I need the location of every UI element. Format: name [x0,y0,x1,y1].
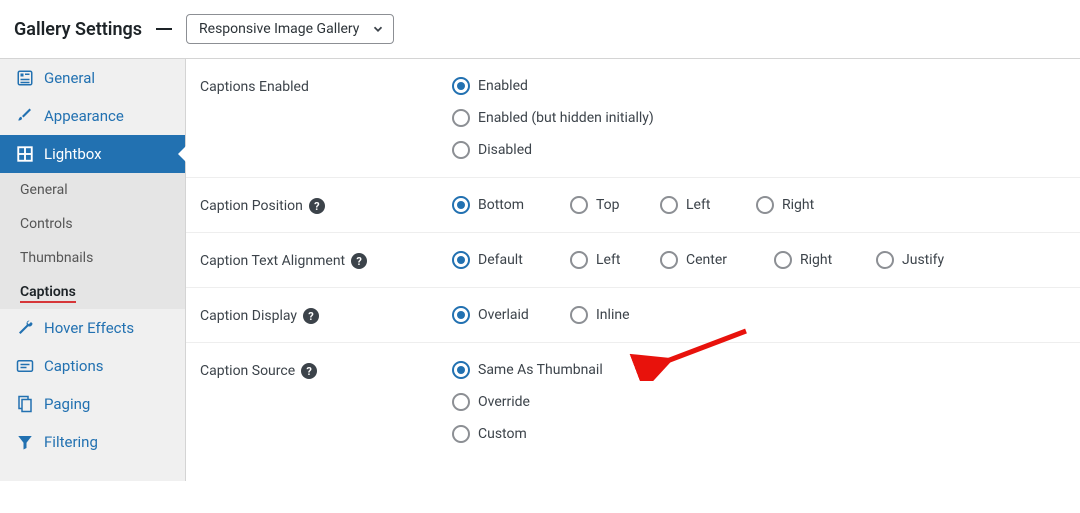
setting-caption-position: Caption Position ? Bottom Top Left Right [186,178,1080,233]
sidebar-item-filtering[interactable]: Filtering [0,423,185,461]
sidebar-item-label: Appearance [44,107,124,125]
radio-input[interactable] [570,306,588,324]
sidebar-item-captions[interactable]: Captions [0,347,185,385]
radio-input[interactable] [452,77,470,95]
radio-overlaid[interactable]: Overlaid [452,306,528,324]
setting-label: Caption Display ? [200,306,452,324]
radio-same-as-thumbnail[interactable]: Same As Thumbnail [452,361,1080,379]
sidebar-item-hover-effects[interactable]: Hover Effects [0,309,185,347]
sidebar-item-general[interactable]: General [0,59,185,97]
radio-input[interactable] [452,306,470,324]
brush-icon [16,107,34,125]
filter-icon [16,433,34,451]
setting-label: Caption Position ? [200,196,452,214]
radio-input[interactable] [660,251,678,269]
page-title: Gallery Settings [14,19,142,40]
title-separator [156,28,172,30]
radio-input[interactable] [774,251,792,269]
subnav-item-general[interactable]: General [0,173,185,207]
radio-input[interactable] [452,251,470,269]
settings-content: Captions Enabled Enabled Enabled (but hi… [186,58,1080,481]
radio-bottom[interactable]: Bottom [452,196,528,214]
radio-enabled-hidden[interactable]: Enabled (but hidden initially) [452,109,1080,127]
radio-align-right[interactable]: Right [774,251,834,269]
help-icon[interactable]: ? [301,363,317,379]
sidebar-item-label: Hover Effects [44,319,134,337]
sidebar-item-label: Filtering [44,433,98,451]
sidebar-item-lightbox[interactable]: Lightbox [0,135,185,173]
radio-disabled[interactable]: Disabled [452,141,1080,159]
sidebar-item-paging[interactable]: Paging [0,385,185,423]
settings-sidebar: General Appearance Lightbox General Cont… [0,58,186,481]
radio-align-center[interactable]: Center [660,251,732,269]
gallery-select-dropdown[interactable]: Responsive Image Gallery [186,14,394,44]
radio-override[interactable]: Override [452,393,1080,411]
radio-input[interactable] [452,141,470,159]
pages-icon [16,395,34,413]
help-icon[interactable]: ? [351,253,367,269]
dropdown-value: Responsive Image Gallery [199,21,359,37]
radio-align-justify[interactable]: Justify [876,251,944,269]
setting-captions-enabled: Captions Enabled Enabled Enabled (but hi… [186,59,1080,178]
sidebar-item-label: General [44,69,95,87]
sidebar-item-label: Captions [44,357,103,375]
radio-top[interactable]: Top [570,196,618,214]
chevron-down-icon [371,22,385,36]
radio-input[interactable] [570,196,588,214]
grid-icon [16,145,34,163]
subnav-item-thumbnails[interactable]: Thumbnails [0,241,185,275]
radio-inline[interactable]: Inline [570,306,630,324]
radio-custom[interactable]: Custom [452,425,1080,443]
radio-input[interactable] [876,251,894,269]
sidebar-item-appearance[interactable]: Appearance [0,97,185,135]
subnav-item-captions[interactable]: Captions [0,275,185,309]
setting-label: Captions Enabled [200,77,452,159]
page-header: Gallery Settings Responsive Image Galler… [0,0,1080,58]
sidebar-item-label: Paging [44,395,90,413]
setting-caption-display: Caption Display ? Overlaid Inline [186,288,1080,343]
caption-icon [16,357,34,375]
radio-input[interactable] [570,251,588,269]
radio-right[interactable]: Right [756,196,814,214]
radio-input[interactable] [452,361,470,379]
setting-label: Caption Source ? [200,361,452,443]
radio-input[interactable] [452,393,470,411]
setting-caption-source: Caption Source ? Same As Thumbnail Overr… [186,343,1080,461]
panel-icon [16,69,34,87]
radio-default[interactable]: Default [452,251,528,269]
help-icon[interactable]: ? [303,308,319,324]
subnav-item-controls[interactable]: Controls [0,207,185,241]
radio-align-left[interactable]: Left [570,251,618,269]
help-icon[interactable]: ? [309,198,325,214]
wrench-icon [16,319,34,337]
radio-input[interactable] [452,196,470,214]
radio-enabled[interactable]: Enabled [452,77,1080,95]
radio-input[interactable] [452,109,470,127]
lightbox-subnav: General Controls Thumbnails Captions [0,173,185,309]
setting-caption-text-alignment: Caption Text Alignment ? Default Left Ce… [186,233,1080,288]
radio-input[interactable] [660,196,678,214]
radio-input[interactable] [756,196,774,214]
radio-left[interactable]: Left [660,196,714,214]
sidebar-item-label: Lightbox [44,145,102,163]
radio-input[interactable] [452,425,470,443]
setting-label: Caption Text Alignment ? [200,251,452,269]
